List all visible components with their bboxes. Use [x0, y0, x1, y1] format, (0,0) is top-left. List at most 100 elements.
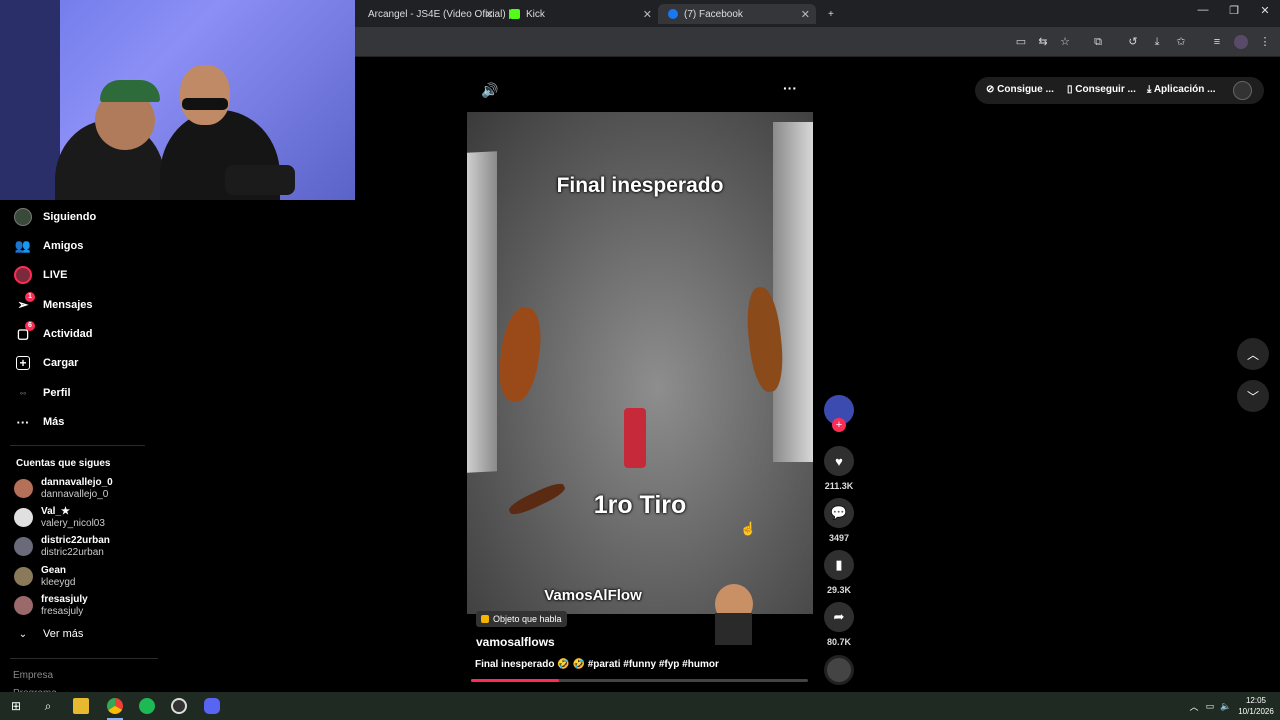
application-button[interactable]: ⤓ Aplicación ...: [1147, 84, 1216, 95]
tab-kick[interactable]: Kick ✕: [500, 4, 658, 24]
sidebar-item-profile[interactable]: ◦◦ Perfil: [14, 382, 71, 404]
user-avatar[interactable]: [1233, 81, 1252, 100]
account-item[interactable]: fresasjuly fresasjuly: [14, 592, 88, 618]
minimize-icon[interactable]: —: [1188, 4, 1218, 16]
video-progress-fill: [471, 679, 559, 682]
heart-icon: ♥: [824, 446, 854, 476]
like-button[interactable]: ♥ 211.3K: [823, 446, 855, 491]
video-overlay-title: Final inesperado: [556, 174, 724, 197]
cast-icon[interactable]: ▭: [1014, 35, 1028, 49]
share-count: 80.7K: [826, 637, 852, 647]
webcam-overlay: [0, 0, 355, 200]
favorites-icon[interactable]: ✩: [1174, 35, 1188, 49]
cockroach-left: [494, 304, 546, 405]
clock[interactable]: 12:05 10/1/2026: [1238, 695, 1274, 717]
sidebar-item-messages[interactable]: ➢ 1 Mensajes: [14, 292, 93, 316]
activity-badge: 6: [25, 321, 35, 331]
account-item[interactable]: dannavallejo_0 dannavallejo_0: [14, 475, 113, 501]
sticker-icon: [481, 615, 489, 623]
discord-icon[interactable]: [204, 698, 220, 714]
tab-arcangel[interactable]: Arcangel - JS4E (Video Oficial) | ✕: [352, 4, 511, 24]
comment-icon: 💬: [824, 498, 854, 528]
activity-icon: ▢ 6: [14, 321, 35, 343]
chevron-up-icon: ︿: [1246, 347, 1259, 362]
account-handle: valery_nicol03: [41, 517, 105, 529]
sidebar-item-label: Cargar: [43, 357, 79, 369]
video-player[interactable]: Final inesperado 1ro Tiro VamosAlFlow: [467, 112, 813, 614]
avatar: [14, 478, 33, 498]
file-explorer-icon[interactable]: [73, 698, 89, 714]
search-icon[interactable]: ⌕: [40, 698, 56, 714]
music-disc-button[interactable]: [823, 655, 855, 685]
tab-title: (7) Facebook: [684, 8, 743, 20]
extensions-icon[interactable]: ⧉: [1091, 35, 1105, 49]
volume-icon[interactable]: 🔊: [481, 82, 498, 99]
follow-plus-icon[interactable]: +: [832, 418, 846, 432]
pill-label: Aplicación ...: [1153, 84, 1216, 95]
sidebar-item-friends[interactable]: 👥 Amigos: [14, 235, 83, 257]
windows-start-icon[interactable]: ⊞: [8, 698, 24, 714]
get-app-button[interactable]: ▯ Conseguir ...: [1067, 84, 1136, 95]
plus-icon: +: [828, 8, 834, 20]
close-icon[interactable]: ✕: [801, 8, 810, 21]
video-overlay-caption: 1ro Tiro: [593, 491, 687, 519]
more-options-icon[interactable]: ···: [783, 80, 797, 96]
reading-list-icon[interactable]: ≡: [1210, 35, 1224, 49]
sidebar-item-live[interactable]: LIVE: [14, 264, 67, 286]
translate-icon[interactable]: ⇆: [1036, 35, 1050, 49]
see-more-button[interactable]: ⌄ Ver más: [14, 623, 84, 645]
sidebar-item-label: LIVE: [43, 269, 68, 281]
network-icon[interactable]: ▭: [1202, 698, 1218, 714]
profile-avatar-icon[interactable]: [1234, 35, 1248, 49]
music-disc-icon: [824, 655, 854, 685]
sidebar-item-following[interactable]: Siguiendo: [14, 206, 96, 228]
share-button[interactable]: ➦ 80.7K: [823, 602, 855, 647]
download-icon[interactable]: ⤓: [1150, 35, 1164, 49]
sticker-label: Objeto que habla: [493, 614, 562, 624]
sidebar-item-label: Perfil: [43, 387, 71, 399]
upload-icon: +: [16, 356, 30, 370]
footer-link-company[interactable]: Empresa: [13, 670, 53, 681]
menu-kebab-icon[interactable]: ⋮: [1258, 35, 1272, 49]
video-author[interactable]: vamosalflows: [476, 635, 555, 649]
account-item[interactable]: Val_★ valery_nicol03: [14, 504, 105, 530]
account-item[interactable]: distric22urban distric22urban: [14, 533, 110, 559]
close-icon[interactable]: ✕: [485, 8, 494, 21]
bookmark-star-icon[interactable]: ☆: [1058, 35, 1072, 49]
tab-facebook[interactable]: (7) Facebook ✕: [658, 4, 816, 24]
volume-tray-icon[interactable]: 🔈: [1218, 698, 1234, 714]
obs-icon[interactable]: [171, 698, 187, 714]
messages-icon: ➢ 1: [14, 292, 35, 314]
account-handle: dannavallejo_0: [41, 488, 109, 500]
tray-chevron-icon[interactable]: ︿: [1186, 698, 1202, 714]
get-coins-button[interactable]: ⊘ Consigue ...: [986, 84, 1054, 95]
sticker-tag[interactable]: Objeto que habla: [476, 611, 567, 627]
account-name: fresasjuly: [41, 593, 88, 605]
see-more-label: Ver más: [43, 628, 84, 640]
sidebar-item-more[interactable]: ··· Más: [14, 411, 65, 433]
avatar: [14, 507, 33, 527]
chrome-icon[interactable]: [107, 698, 123, 714]
save-button[interactable]: ▮ 29.3K: [823, 550, 855, 595]
comment-count: 3497: [828, 533, 850, 543]
new-tab-button[interactable]: +: [818, 4, 844, 24]
chevron-down-icon: ﹀: [1246, 389, 1259, 404]
spotify-icon[interactable]: [139, 698, 155, 714]
video-progress-track[interactable]: [471, 679, 808, 682]
sidebar-item-upload[interactable]: + Cargar: [14, 352, 78, 374]
friends-icon: 👥: [14, 238, 32, 253]
account-item[interactable]: Gean kleeygd: [14, 563, 75, 589]
close-icon[interactable]: ✕: [643, 8, 652, 21]
sidebar-item-activity[interactable]: ▢ 6 Actividad: [14, 321, 93, 345]
comment-button[interactable]: 💬 3497: [823, 498, 855, 543]
sidebar-item-label: Amigos: [43, 240, 84, 252]
avatar: [14, 595, 33, 615]
account-name: Val_★: [41, 505, 70, 517]
account-name: dannavallejo_0: [41, 476, 113, 488]
restore-icon[interactable]: ❐: [1219, 4, 1249, 17]
window-close-icon[interactable]: ✕: [1250, 4, 1280, 17]
creator-avatar-button[interactable]: +: [823, 395, 855, 432]
next-video-button[interactable]: ﹀: [1237, 380, 1269, 412]
history-icon[interactable]: ↺: [1126, 35, 1140, 49]
previous-video-button[interactable]: ︿: [1237, 338, 1269, 370]
